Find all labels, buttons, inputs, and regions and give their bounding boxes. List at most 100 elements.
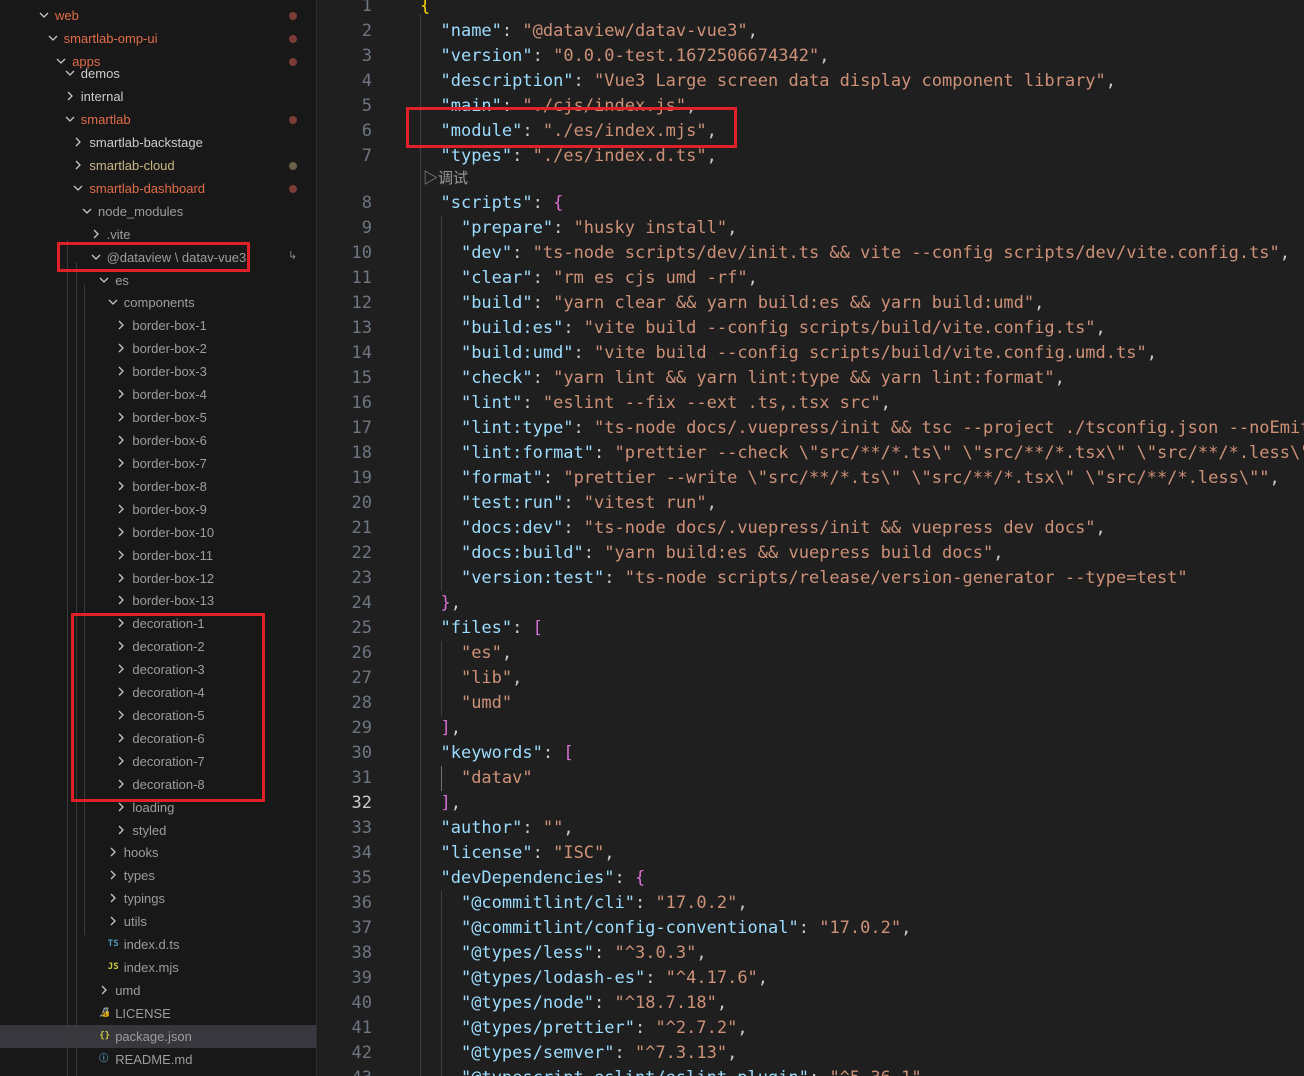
chevron-right-icon[interactable]	[115, 778, 127, 790]
code-line[interactable]: 31 "datav"	[317, 766, 1304, 791]
explorer-folder[interactable]: .vite	[0, 223, 316, 246]
explorer-folder[interactable]: smartlab	[0, 108, 316, 131]
chevron-right-icon[interactable]	[115, 480, 127, 492]
explorer-folder[interactable]: border-box-10	[0, 521, 316, 544]
code-line[interactable]: 23 "version:test": "ts-node scripts/rele…	[317, 566, 1304, 591]
explorer-folder[interactable]: node_modules	[0, 200, 316, 223]
code-line[interactable]: 27 "lib",	[317, 666, 1304, 691]
explorer-folder[interactable]: decoration-6	[0, 727, 316, 750]
code-line[interactable]: 35 "devDependencies": {	[317, 866, 1304, 891]
explorer-folder[interactable]: border-box-3	[0, 360, 316, 383]
explorer-folder[interactable]: hooks	[0, 841, 316, 864]
chevron-right-icon[interactable]	[115, 388, 127, 400]
explorer-folder[interactable]: border-box-12	[0, 567, 316, 590]
explorer-folder[interactable]: smartlab-omp-ui	[0, 27, 316, 50]
explorer-folder[interactable]: border-box-7	[0, 452, 316, 475]
chevron-right-icon[interactable]	[115, 617, 127, 629]
code-line[interactable]: 10 "dev": "ts-node scripts/dev/init.ts &…	[317, 241, 1304, 266]
chevron-right-icon[interactable]	[115, 755, 127, 767]
chevron-right-icon[interactable]	[115, 686, 127, 698]
explorer-folder[interactable]: border-box-4	[0, 383, 316, 406]
explorer-folder[interactable]: components	[0, 291, 316, 314]
chevron-down-icon[interactable]	[81, 205, 93, 217]
code-line[interactable]: 12 "build": "yarn clear && yarn build:es…	[317, 291, 1304, 316]
explorer-folder[interactable]: loading	[0, 796, 316, 819]
explorer-folder[interactable]: border-box-2	[0, 337, 316, 360]
chevron-right-icon[interactable]	[64, 90, 76, 102]
code-line[interactable]: 20 "test:run": "vitest run",	[317, 491, 1304, 516]
chevron-right-icon[interactable]	[115, 503, 127, 515]
code-line[interactable]: 8 "scripts": {	[317, 191, 1304, 216]
chevron-down-icon[interactable]	[107, 296, 119, 308]
code-line[interactable]: 5 "main": "./cjs/index.js",	[317, 94, 1304, 119]
chevron-right-icon[interactable]	[115, 572, 127, 584]
explorer-folder[interactable]: decoration-1	[0, 612, 316, 635]
explorer-file[interactable]: ⓘ README.md	[0, 1048, 316, 1071]
code-line[interactable]: 39 "@types/lodash-es": "^4.17.6",	[317, 966, 1304, 991]
explorer-folder[interactable]: smartlab-backstage	[0, 131, 316, 154]
code-line[interactable]: 4 "description": "Vue3 Large screen data…	[317, 69, 1304, 94]
chevron-right-icon[interactable]	[72, 136, 84, 148]
chevron-right-icon[interactable]	[115, 801, 127, 813]
code-line[interactable]: 24 },	[317, 591, 1304, 616]
debug-codelens[interactable]: ▷调试	[423, 167, 468, 189]
code-line[interactable]: 2 "name": "@dataview/datav-vue3",	[317, 19, 1304, 44]
explorer-folder[interactable]: es	[0, 269, 316, 292]
code-line[interactable]: 6 "module": "./es/index.mjs",	[317, 119, 1304, 144]
chevron-right-icon[interactable]	[72, 159, 84, 171]
explorer-folder[interactable]: border-box-8	[0, 475, 316, 498]
chevron-right-icon[interactable]	[115, 594, 127, 606]
chevron-right-icon[interactable]	[115, 411, 127, 423]
explorer-folder[interactable]: styled	[0, 819, 316, 842]
code-line[interactable]: 36 "@commitlint/cli": "17.0.2",	[317, 891, 1304, 916]
explorer-folder[interactable]: demos	[0, 62, 316, 85]
chevron-right-icon[interactable]	[107, 892, 119, 904]
code-line[interactable]: 43 "@typescript-eslint/eslint-plugin": "…	[317, 1066, 1304, 1076]
chevron-right-icon[interactable]	[115, 549, 127, 561]
code-line[interactable]: 15 "check": "yarn lint && yarn lint:type…	[317, 366, 1304, 391]
code-line[interactable]: 25 "files": [	[317, 616, 1304, 641]
code-line[interactable]: 40 "@types/node": "^18.7.18",	[317, 991, 1304, 1016]
explorer-folder[interactable]: decoration-8	[0, 773, 316, 796]
explorer-folder[interactable]: decoration-3	[0, 658, 316, 681]
code-line[interactable]: 16 "lint": "eslint --fix --ext .ts,.tsx …	[317, 391, 1304, 416]
chevron-down-icon[interactable]	[64, 113, 76, 125]
explorer-folder[interactable]: @dataview \ datav-vue3 ↳	[0, 246, 316, 269]
explorer-folder[interactable]: border-box-1	[0, 314, 316, 337]
chevron-down-icon[interactable]	[90, 251, 102, 263]
chevron-down-icon[interactable]	[72, 182, 84, 194]
explorer-folder[interactable]: typings	[0, 887, 316, 910]
code-line[interactable]: 1{	[317, 0, 1304, 19]
explorer-file[interactable]: TS index.d.ts	[0, 933, 316, 956]
chevron-right-icon[interactable]	[115, 640, 127, 652]
chevron-right-icon[interactable]	[115, 434, 127, 446]
code-line[interactable]: 9 "prepare": "husky install",	[317, 216, 1304, 241]
chevron-right-icon[interactable]	[115, 319, 127, 331]
code-line[interactable]: 41 "@types/prettier": "^2.7.2",	[317, 1016, 1304, 1041]
explorer-folder[interactable]: umd	[0, 979, 316, 1002]
explorer-folder[interactable]: border-box-6	[0, 429, 316, 452]
explorer-folder[interactable]: decoration-4	[0, 681, 316, 704]
code-line[interactable]: 28 "umd"	[317, 691, 1304, 716]
code-line[interactable]: 13 "build:es": "vite build --config scri…	[317, 316, 1304, 341]
chevron-right-icon[interactable]	[115, 709, 127, 721]
code-line[interactable]: 18 "lint:format": "prettier --check \"sr…	[317, 441, 1304, 466]
chevron-right-icon[interactable]	[115, 365, 127, 377]
code-line[interactable]: 22 "docs:build": "yarn build:es && vuepr…	[317, 541, 1304, 566]
explorer-folder[interactable]: smartlab-dashboard	[0, 177, 316, 200]
code-editor[interactable]: ▷调试 1{2 "name": "@dataview/datav-vue3", 3…	[317, 0, 1304, 1076]
code-line[interactable]: 19 "format": "prettier --write \"src/**/…	[317, 466, 1304, 491]
chevron-down-icon[interactable]	[38, 9, 50, 21]
chevron-down-icon[interactable]	[47, 32, 59, 44]
chevron-right-icon[interactable]	[98, 984, 110, 996]
code-line[interactable]: 29 ],	[317, 716, 1304, 741]
code-line[interactable]: 42 "@types/semver": "^7.3.13",	[317, 1041, 1304, 1066]
explorer-file[interactable]: JS index.mjs	[0, 956, 316, 979]
explorer-folder[interactable]: utils	[0, 910, 316, 933]
chevron-right-icon[interactable]	[107, 915, 119, 927]
chevron-right-icon[interactable]	[107, 846, 119, 858]
chevron-right-icon[interactable]	[115, 342, 127, 354]
code-line[interactable]: 38 "@types/less": "^3.0.3",	[317, 941, 1304, 966]
chevron-right-icon[interactable]	[90, 228, 102, 240]
explorer-folder[interactable]: decoration-7	[0, 750, 316, 773]
